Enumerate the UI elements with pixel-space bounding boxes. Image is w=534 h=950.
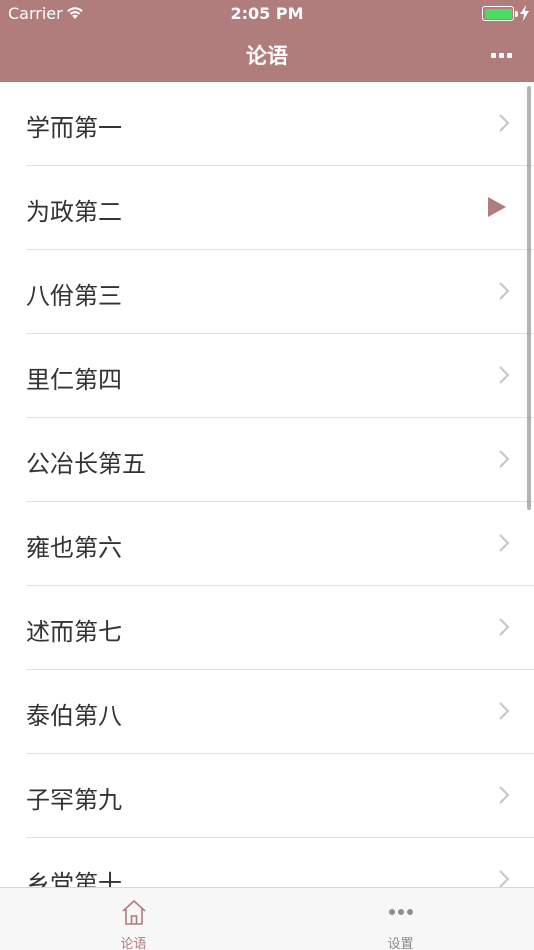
chapter-row[interactable]: 子罕第九 xyxy=(0,754,534,838)
more-dot xyxy=(507,53,512,58)
chapter-label: 公冶长第五 xyxy=(26,450,146,478)
chapter-row[interactable]: 为政第二 xyxy=(0,166,534,250)
scrollbar[interactable] xyxy=(527,86,531,510)
chevron-right-icon xyxy=(499,366,510,384)
tab-bar: 论语 设置 xyxy=(0,887,534,950)
chevron-right-icon xyxy=(499,534,510,552)
navigation-bar: 论语 xyxy=(0,28,534,82)
chapter-row[interactable]: 乡党第十 xyxy=(0,838,534,887)
chapter-row[interactable]: 述而第七 xyxy=(0,586,534,670)
tab-label: 论语 xyxy=(120,937,147,950)
chapter-row[interactable]: 学而第一 xyxy=(0,82,534,166)
more-dots-icon xyxy=(388,909,413,915)
chapter-label: 雍也第六 xyxy=(26,534,122,562)
play-icon xyxy=(488,197,506,217)
chapter-label: 乡党第十 xyxy=(26,870,122,887)
chapter-label: 为政第二 xyxy=(26,198,122,226)
tab-lunyu[interactable]: 论语 xyxy=(0,888,267,950)
battery-tip xyxy=(515,11,518,17)
home-icon xyxy=(121,900,146,925)
chapter-label: 学而第一 xyxy=(26,114,122,142)
chapter-row[interactable]: 八佾第三 xyxy=(0,250,534,334)
chapter-label: 里仁第四 xyxy=(26,366,122,394)
charging-bolt-icon xyxy=(520,5,529,21)
tab-settings[interactable]: 设置 xyxy=(267,888,534,950)
chevron-right-icon xyxy=(499,870,510,887)
chevron-right-icon xyxy=(499,786,510,804)
more-icon[interactable] xyxy=(491,53,512,58)
more-dot xyxy=(499,53,504,58)
status-time: 2:05 PM xyxy=(230,4,304,23)
chevron-right-icon xyxy=(499,282,510,300)
chapter-row[interactable]: 里仁第四 xyxy=(0,334,534,418)
page-title: 论语 xyxy=(246,44,288,68)
chapter-label: 泰伯第八 xyxy=(26,702,122,730)
chapter-row[interactable]: 雍也第六 xyxy=(0,502,534,586)
chevron-right-icon xyxy=(499,114,510,132)
chapter-label: 八佾第三 xyxy=(26,282,122,310)
chevron-right-icon xyxy=(499,450,510,468)
chapter-label: 述而第七 xyxy=(26,618,122,646)
more-dot xyxy=(491,53,496,58)
battery-level xyxy=(484,8,512,19)
chapter-row[interactable]: 泰伯第八 xyxy=(0,670,534,754)
chapter-label: 子罕第九 xyxy=(26,786,122,814)
chevron-right-icon xyxy=(499,702,510,720)
tab-label: 设置 xyxy=(387,937,414,950)
chapter-row[interactable]: 公冶长第五 xyxy=(0,418,534,502)
status-bar: Carrier 2:05 PM xyxy=(0,0,534,28)
chapter-list[interactable]: 学而第一 为政第二 八佾第三 里仁第四 公冶长第五 雍也第六 述而第七 泰伯第八 xyxy=(0,82,534,887)
chevron-right-icon xyxy=(499,618,510,636)
battery-icon xyxy=(482,6,514,21)
